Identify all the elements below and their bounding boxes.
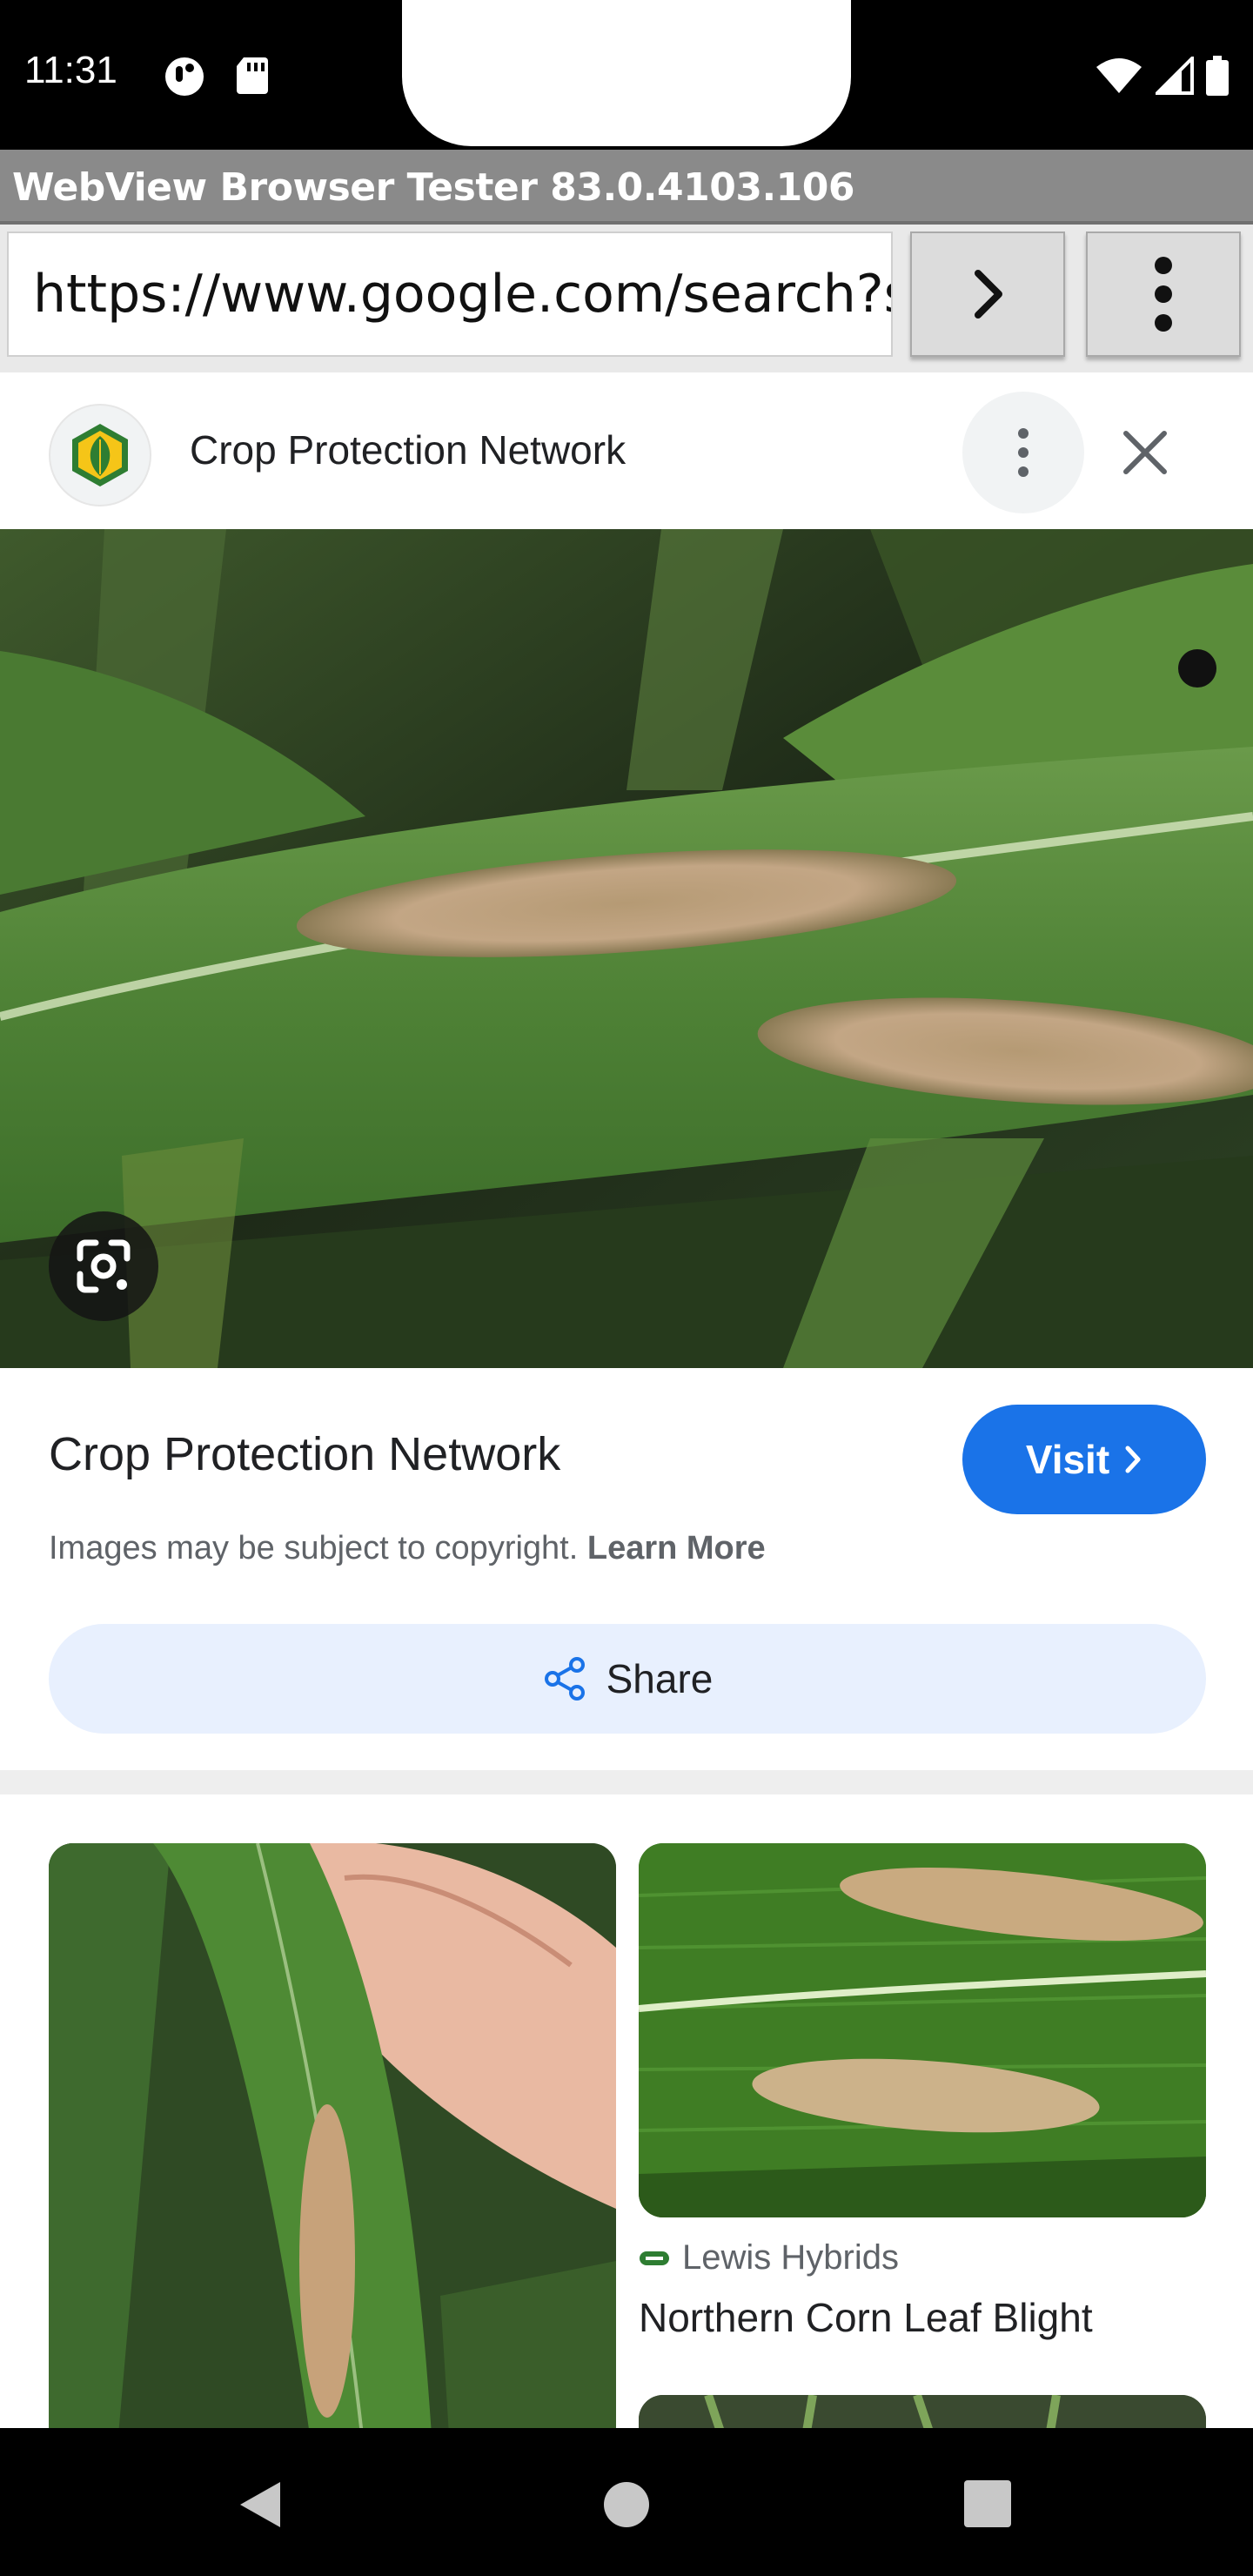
crop-protection-logo-icon: [72, 424, 128, 486]
source-title[interactable]: Crop Protection Network: [190, 426, 626, 473]
back-triangle-icon: [240, 2482, 280, 2527]
source-menu-button[interactable]: [962, 392, 1084, 513]
source-logo[interactable]: [49, 404, 151, 506]
visit-button[interactable]: Visit: [962, 1405, 1206, 1514]
nav-recents-button[interactable]: [964, 2480, 1011, 2527]
visit-label: Visit: [1025, 1437, 1110, 1482]
nav-back-button[interactable]: [235, 2479, 284, 2535]
battery-icon: [1206, 56, 1229, 96]
google-lens-button[interactable]: [49, 1211, 158, 1321]
close-icon: [1123, 431, 1167, 474]
result-source[interactable]: Lewis Hybrids: [639, 2238, 899, 2277]
chevron-right-icon: [1125, 1446, 1141, 1473]
overflow-menu-button[interactable]: [1086, 231, 1241, 357]
related-image-left[interactable]: [49, 1843, 616, 2435]
url-input[interactable]: https://www.google.com/search?s: [7, 231, 893, 357]
corn-leaf-blight-photo: [639, 1843, 1206, 2217]
share-button[interactable]: Share: [49, 1624, 1206, 1734]
hand-holding-leaf-photo: [49, 1843, 616, 2435]
copyright-text: Images may be subject to copyright.: [49, 1530, 579, 1566]
nav-home-button[interactable]: [604, 2482, 649, 2527]
wifi-icon: [1096, 58, 1142, 93]
learn-more-link[interactable]: Learn More: [587, 1530, 766, 1566]
lens-icon: [77, 1239, 131, 1293]
display-notch: [367, 0, 851, 146]
main-image[interactable]: [0, 529, 1253, 1368]
signal-icon: [1156, 57, 1194, 95]
status-time: 11:31: [24, 49, 117, 91]
url-bar: https://www.google.com/search?s: [0, 225, 1253, 372]
app-title-bar: WebView Browser Tester 83.0.4103.106: [0, 150, 1253, 225]
more-vert-icon: [1155, 257, 1172, 332]
corn-leaf-photo: [0, 529, 1253, 1368]
go-button[interactable]: [910, 231, 1065, 357]
status-icons: [1095, 56, 1229, 96]
app-title: WebView Browser Tester 83.0.4103.106: [12, 165, 855, 210]
notification-dot-icon: [164, 56, 205, 96]
result-source-name: Lewis Hybrids: [682, 2238, 899, 2277]
section-divider: [0, 1770, 1253, 1794]
close-button[interactable]: [1110, 418, 1180, 487]
more-vert-icon: [1018, 428, 1029, 477]
lewis-hybrids-logo-icon: [640, 2251, 669, 2265]
image-source-title: Crop Protection Network: [49, 1428, 561, 1480]
source-header: Crop Protection Network: [0, 372, 1253, 529]
chevron-right-icon: [975, 270, 1002, 319]
related-image-right[interactable]: [639, 1843, 1206, 2217]
share-icon: [544, 1657, 585, 1701]
copyright-notice: Images may be subject to copyright. Lear…: [49, 1530, 766, 1567]
result-caption[interactable]: Northern Corn Leaf Blight: [639, 2294, 1093, 2341]
sd-card-icon: [235, 56, 277, 94]
share-label: Share: [606, 1656, 714, 1701]
